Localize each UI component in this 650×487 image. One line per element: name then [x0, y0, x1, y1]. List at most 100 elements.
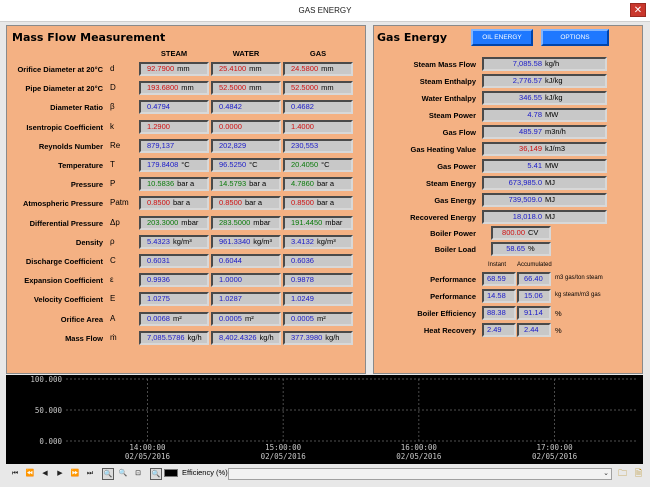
row-symbol: ρ — [110, 236, 115, 246]
energy-field: 4.78 MW — [482, 108, 607, 122]
value-field: 4.7860 bar a — [283, 177, 353, 192]
y-tick-label: 50.000 — [35, 406, 63, 415]
value-unit: °C — [249, 160, 258, 169]
boiler-power-label: Boiler Power — [430, 229, 476, 238]
y-tick-label: 0.000 — [39, 437, 62, 446]
value-number: 1.4000 — [291, 121, 314, 131]
first-page-icon[interactable]: ⏮ — [9, 468, 21, 480]
legend-dropdown[interactable]: ⌄ — [228, 468, 612, 480]
energy-field: 2,776.57 kJ/kg — [482, 74, 607, 88]
value-number: 0.6031 — [147, 256, 170, 265]
x-tick-time: 14:00:00 — [129, 443, 166, 452]
x-tick-date: 02/05/2016 — [125, 452, 171, 461]
value-number: 92.7900 — [147, 64, 175, 73]
value-field: 1.0000 — [211, 273, 281, 288]
row-label: Pressure — [70, 180, 103, 190]
step-back-icon[interactable]: ◀ — [39, 468, 51, 480]
value-number: 3.4132 — [291, 236, 314, 246]
last-page-icon[interactable]: ⏭ — [84, 468, 96, 480]
value-number: 24.5800 — [291, 64, 319, 73]
energy-unit: kg/h — [545, 59, 560, 68]
energy-unit: MW — [545, 161, 559, 170]
energy-unit: MJ — [545, 195, 555, 204]
value-field: 0.8500 bar a — [139, 196, 209, 211]
value-number: 0.8500 — [219, 198, 242, 208]
zoom-in-icon[interactable]: 🔍 — [102, 468, 114, 480]
options-button[interactable]: OPTIONS — [541, 29, 609, 46]
value-field: 0.6044 — [211, 254, 281, 268]
chart-legend[interactable]: Efficiency (%) — [164, 468, 228, 478]
energy-unit: kJ/m3 — [545, 144, 566, 153]
value-number: 0.4794 — [147, 102, 170, 112]
value-unit: bar a — [172, 198, 191, 208]
fast-forward-icon[interactable]: ⏩ — [69, 468, 81, 480]
value-number: 283.5000 — [219, 217, 251, 227]
value-number: 0.9878 — [291, 275, 314, 285]
value-unit: m² — [316, 313, 326, 323]
legend-label: Efficiency (%) — [182, 468, 228, 477]
rewind-icon[interactable]: ⏪ — [24, 468, 36, 480]
performance-label: Performance — [430, 275, 476, 284]
value-field: 0.9878 — [283, 273, 353, 288]
oil-energy-button[interactable]: OIL ENERGY — [471, 29, 533, 46]
accumulated-field: 91.14 — [517, 306, 551, 320]
value-unit: bar a — [316, 179, 335, 189]
row-label: Orifice Diameter at 20°C — [17, 65, 103, 74]
value-number: 52.5000 — [291, 83, 319, 93]
value-unit: kg/h — [325, 332, 340, 342]
value-field: 0.0000 — [211, 119, 281, 134]
value-field: 92.7900 mm — [139, 62, 209, 76]
value-unit: bar a — [316, 198, 335, 208]
value-field: 5.4323 kg/m³ — [139, 234, 209, 249]
row-label: Differential Pressure — [29, 218, 103, 228]
value-field: 25.4100 mm — [211, 62, 281, 76]
energy-label: Recovered Energy — [410, 213, 476, 222]
value-field: 7,085.5786 kg/h — [139, 330, 209, 345]
energy-label: Steam Power — [428, 111, 476, 120]
energy-unit: MW — [545, 110, 559, 119]
energy-label: Gas Energy — [434, 196, 476, 205]
x-tick-time: 17:00:00 — [537, 443, 574, 452]
value-number: 96.5250 — [219, 160, 247, 169]
row-label: Discharge Coefficient — [25, 257, 103, 266]
value-number: 191.4450 — [291, 217, 323, 227]
value-unit: mm — [321, 83, 334, 93]
value-field: 0.6031 — [139, 254, 209, 268]
value-field: 179.8408 °C — [139, 158, 209, 172]
performance-unit: % — [555, 326, 562, 335]
energy-label: Gas Flow — [442, 128, 476, 137]
row-symbol: d — [110, 64, 115, 73]
energy-label: Water Enthalpy — [421, 94, 476, 103]
value-number: 193.6800 — [147, 83, 179, 93]
energy-field: 18,018.0 MJ — [482, 210, 607, 224]
value-unit: m² — [244, 313, 254, 323]
close-button[interactable]: ✕ — [630, 3, 646, 17]
column-water: WATER — [232, 49, 260, 58]
value-unit: m² — [172, 313, 182, 323]
value-unit: mbar — [181, 217, 199, 227]
energy-unit: MJ — [545, 212, 555, 221]
value-number: 230,553 — [291, 140, 319, 150]
value-field: 961.3340 kg/m³ — [211, 234, 281, 249]
value-unit: °C — [181, 160, 190, 169]
instant-header: Instant — [488, 262, 507, 268]
chart-toolbar: ⏮ ⏪ ◀ ▶ ⏩ ⏭ 🔍 🔍 ⊡ 🔍 Efficiency (%) ⌄ 🗀 🗎 — [0, 464, 650, 487]
value-number: 1.0287 — [219, 294, 242, 304]
energy-value: 5.41 — [527, 161, 542, 170]
efficiency-chart: 100.000 50.000 0.000 14:00:00 02/05/2016 15:0… — [6, 375, 643, 464]
step-forward-icon[interactable]: ▶ — [54, 468, 66, 480]
zoom-out-icon[interactable]: 🔍 — [117, 468, 129, 480]
zoom-fit-icon[interactable]: ⊡ — [132, 468, 144, 480]
value-field: 3.4132 kg/m³ — [283, 234, 353, 249]
instant-field: 68.59 — [482, 272, 516, 286]
folder-icon[interactable]: 🗀 — [616, 467, 629, 480]
export-icon[interactable]: 🗎 — [632, 467, 645, 480]
value-unit: mm — [249, 83, 262, 93]
energy-value: 346.55 — [519, 93, 542, 102]
value-unit: bar a — [244, 198, 263, 208]
energy-label: Gas Heating Value — [410, 145, 476, 154]
row-label: Velocity Coefficient — [33, 295, 103, 305]
value-field: 0.6036 — [283, 254, 353, 268]
value-unit: °C — [321, 160, 330, 169]
zoom-box-icon[interactable]: 🔍 — [150, 468, 162, 480]
